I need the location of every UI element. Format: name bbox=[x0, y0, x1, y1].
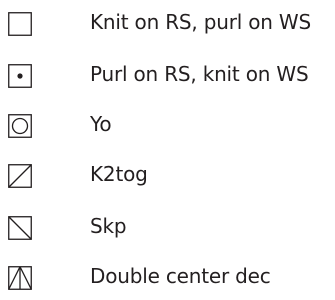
legend-item-yo: Yo bbox=[0, 106, 335, 146]
legend-label: Yo bbox=[90, 112, 112, 136]
center-point-square-icon bbox=[8, 266, 32, 290]
legend-label: Skp bbox=[90, 214, 127, 238]
legend-label: Knit on RS, purl on WS bbox=[90, 10, 311, 34]
legend-item-purl: Purl on RS, knit on WS bbox=[0, 56, 335, 96]
stitch-legend: Knit on RS, purl on WS Purl on RS, knit … bbox=[0, 0, 335, 300]
legend-item-skp: Skp bbox=[0, 208, 335, 248]
right-slant-square-icon bbox=[8, 164, 32, 188]
legend-item-k2tog: K2tog bbox=[0, 156, 335, 196]
legend-item-knit: Knit on RS, purl on WS bbox=[0, 4, 335, 44]
legend-label: Double center dec bbox=[90, 264, 271, 288]
circle-square-icon bbox=[8, 114, 32, 138]
legend-item-double-center-dec: Double center dec bbox=[0, 258, 335, 298]
dot-square-icon bbox=[8, 64, 32, 88]
left-slant-square-icon bbox=[8, 216, 32, 240]
legend-label: K2tog bbox=[90, 162, 148, 186]
legend-label: Purl on RS, knit on WS bbox=[90, 62, 309, 86]
empty-square-icon bbox=[8, 12, 32, 36]
